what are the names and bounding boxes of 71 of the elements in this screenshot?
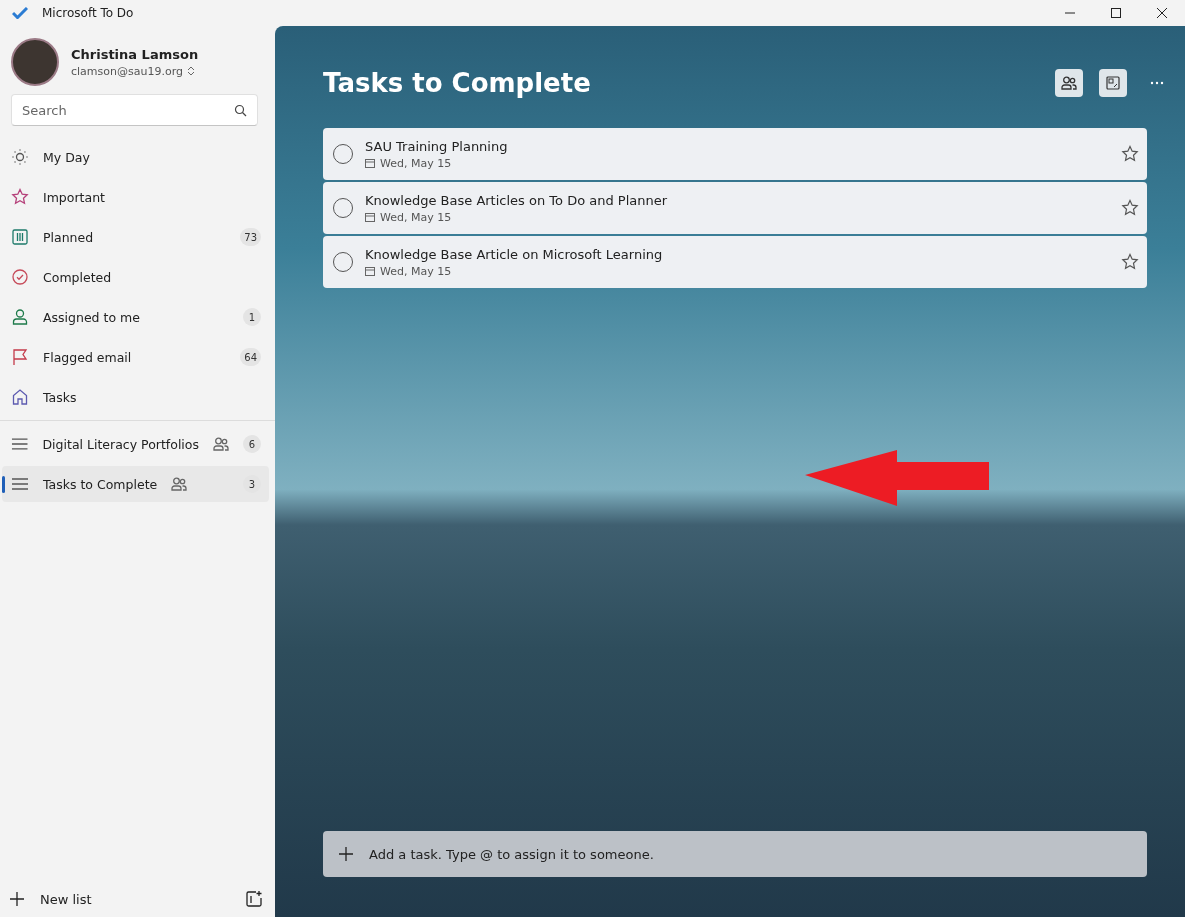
importance-star-button[interactable] — [1121, 253, 1139, 271]
task-card[interactable]: Knowledge Base Articles on To Do and Planner Wed, May 15 — [323, 182, 1147, 234]
nav-item[interactable]: Tasks to Complete 3 — [2, 466, 269, 502]
avatar[interactable] — [11, 38, 59, 86]
plus-icon — [339, 847, 353, 861]
people-icon — [213, 437, 229, 451]
nav-label: Tasks to Complete — [43, 476, 158, 492]
selection-indicator — [2, 476, 5, 493]
plus-icon — [10, 892, 24, 906]
checkmark-logo-icon — [12, 7, 28, 19]
new-group-icon[interactable] — [245, 890, 263, 908]
calendar-icon — [365, 266, 375, 276]
flag-icon — [11, 348, 29, 366]
people-icon — [171, 477, 188, 491]
nav-item[interactable]: Assigned to me 1 — [2, 299, 269, 335]
nav-item[interactable]: Important — [2, 179, 269, 215]
nav-label: Digital Literacy Portfolios — [42, 436, 199, 452]
nav-item[interactable]: Flagged email 64 — [2, 339, 269, 375]
list-lines-icon — [11, 477, 29, 491]
nav-label: Tasks — [43, 389, 77, 405]
nav-label: Important — [43, 189, 105, 205]
importance-star-button[interactable] — [1121, 145, 1139, 163]
nav-item[interactable]: Tasks — [2, 379, 269, 415]
list-title: Tasks to Complete — [323, 68, 591, 98]
calendar-icon — [365, 158, 375, 168]
search-icon — [234, 104, 247, 117]
chevron-updown-icon[interactable] — [187, 66, 195, 76]
nav-label: Planned — [43, 229, 94, 245]
nav-label: Assigned to me — [43, 309, 140, 325]
ellipsis-icon — [1150, 81, 1164, 85]
calendar-icon — [365, 212, 375, 222]
due-date: Wed, May 15 — [380, 210, 452, 224]
person-icon — [11, 308, 29, 326]
window-title: Microsoft To Do — [42, 6, 134, 20]
nav-label: Flagged email — [43, 349, 132, 365]
sun-icon — [11, 148, 29, 166]
importance-star-button[interactable] — [1121, 199, 1139, 217]
count-badge: 64 — [240, 348, 261, 366]
share-button[interactable] — [1055, 69, 1083, 97]
nav-item[interactable]: My Day — [2, 139, 269, 175]
nav-item[interactable]: Digital Literacy Portfolios 6 — [2, 426, 269, 462]
people-icon — [1061, 76, 1077, 90]
home-icon — [11, 388, 29, 406]
check-circle-icon — [11, 268, 29, 286]
due-date: Wed, May 15 — [380, 264, 452, 278]
add-task-field[interactable]: Add a task. Type @ to assign it to someone. — [323, 831, 1147, 877]
nav-label: Completed — [43, 269, 112, 285]
count-badge: 73 — [240, 228, 261, 246]
task-title: Knowledge Base Article on Microsoft Learning — [365, 246, 663, 262]
new-list-button[interactable]: New list — [10, 891, 92, 907]
background-button[interactable] — [1099, 69, 1127, 97]
star-icon — [11, 188, 29, 206]
nav-item[interactable]: Completed — [2, 259, 269, 295]
maximize-icon — [1111, 8, 1121, 18]
count-badge: 6 — [243, 435, 261, 453]
task-title: SAU Training Planning — [365, 138, 508, 154]
nav-item[interactable]: Planned 73 — [2, 219, 269, 255]
task-card[interactable]: SAU Training Planning Wed, May 15 — [323, 128, 1147, 180]
close-icon — [1157, 8, 1167, 18]
count-badge: 3 — [243, 475, 261, 493]
list-lines-icon — [11, 437, 29, 451]
count-badge: 1 — [243, 308, 261, 326]
task-title: Knowledge Base Articles on To Do and Planner — [365, 192, 668, 208]
due-date: Wed, May 15 — [380, 156, 452, 170]
picture-icon — [1106, 76, 1120, 90]
account-name: Christina Lamson — [71, 46, 199, 62]
calendar-grid-icon — [11, 228, 29, 246]
account-email: clamson@sau19.org — [71, 64, 183, 78]
task-card[interactable]: Knowledge Base Article on Microsoft Learning Wed, May 15 — [323, 236, 1147, 288]
search-field[interactable]: Search — [11, 94, 258, 126]
nav-label: My Day — [43, 149, 90, 165]
